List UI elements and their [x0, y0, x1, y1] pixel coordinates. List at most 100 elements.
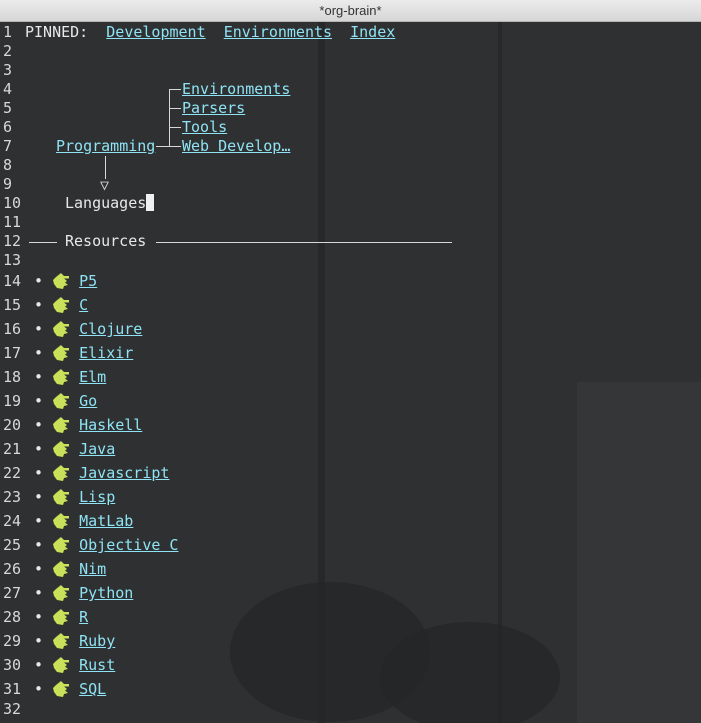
buffer-line: 22 • Javascript [0, 464, 169, 483]
line-number: 16 [3, 320, 22, 338]
resource-link-r[interactable]: R [79, 608, 88, 626]
line-number: 25 [3, 536, 22, 554]
line-number: 4 [3, 80, 13, 98]
buffer-line: 29 • Ruby [0, 632, 115, 651]
background-image [380, 622, 560, 723]
buffer-line: 3 [0, 61, 25, 80]
resource-link-haskell[interactable]: Haskell [79, 416, 142, 434]
buffer-line: 28 • R [0, 608, 88, 627]
hand-pointer-icon [53, 321, 70, 337]
line-number: 24 [3, 512, 22, 530]
resource-link-elm[interactable]: Elm [79, 368, 106, 386]
resource-link-objective-c[interactable]: Objective C [79, 536, 178, 554]
hand-pointer-icon [53, 609, 70, 625]
line-number: 30 [3, 656, 22, 674]
hand-pointer-icon [53, 465, 70, 481]
bullet: • [25, 656, 53, 674]
resource-link-elixir[interactable]: Elixir [79, 344, 133, 362]
hand-pointer-icon [53, 513, 70, 529]
resource-link-c[interactable]: C [79, 296, 88, 314]
parent-link[interactable]: Programming [56, 137, 155, 156]
bullet: • [25, 536, 53, 554]
buffer-line: 7 [0, 137, 25, 156]
buffer-line: 31 • SQL [0, 680, 106, 699]
sibling-link-1[interactable]: Parsers [182, 99, 245, 118]
bullet: • [25, 584, 53, 602]
hand-pointer-icon [53, 681, 70, 697]
hand-pointer-icon [53, 369, 70, 385]
buffer-line: 6 [0, 118, 25, 137]
line-number: 3 [3, 61, 13, 79]
tree-connector [169, 89, 170, 147]
hand-pointer-icon [53, 393, 70, 409]
editor-buffer[interactable]: 1 PINNED: Development Environments Index 2… [0, 22, 701, 723]
buffer-line: 10 [0, 194, 25, 213]
tree-connector [156, 146, 169, 147]
bullet: • [25, 632, 53, 650]
resource-link-matlab[interactable]: MatLab [79, 512, 133, 530]
tree-connector [29, 242, 57, 243]
hand-pointer-icon [53, 417, 70, 433]
buffer-line: 1 PINNED: Development Environments Index [0, 23, 395, 42]
buffer-line: 27 • Python [0, 584, 133, 603]
line-number: 19 [3, 392, 22, 410]
line-number: 12 [3, 232, 22, 250]
line-number: 1 [3, 23, 13, 41]
buffer-line: 15 • C [0, 296, 88, 315]
resource-link-rust[interactable]: Rust [79, 656, 115, 674]
background-image [498, 22, 502, 723]
resource-link-java[interactable]: Java [79, 440, 115, 458]
bullet: • [25, 512, 53, 530]
resource-link-clojure[interactable]: Clojure [79, 320, 142, 338]
hand-pointer-icon [53, 345, 70, 361]
text-cursor [146, 194, 155, 211]
line-number: 10 [3, 194, 22, 212]
sibling-link-3[interactable]: Web Develop… [182, 137, 290, 156]
window-title-bar: *org-brain* [0, 0, 701, 22]
tree-connector [169, 89, 181, 90]
line-number: 26 [3, 560, 22, 578]
resource-link-go[interactable]: Go [79, 392, 97, 410]
resource-link-sql[interactable]: SQL [79, 680, 106, 698]
buffer-line: 4 [0, 80, 25, 99]
sibling-link-0[interactable]: Environments [182, 80, 290, 99]
hand-pointer-icon [53, 657, 70, 673]
bullet: • [25, 416, 53, 434]
tree-connector [169, 108, 181, 109]
sibling-link-2[interactable]: Tools [182, 118, 227, 137]
line-number: 18 [3, 368, 22, 386]
line-number: 31 [3, 680, 22, 698]
line-number: 13 [3, 251, 22, 269]
line-number: 27 [3, 584, 22, 602]
buffer-line: 32 [0, 700, 25, 719]
resource-link-javascript[interactable]: Javascript [79, 464, 169, 482]
buffer-line: 24 • MatLab [0, 512, 133, 531]
bullet: • [25, 488, 53, 506]
line-number: 9 [3, 175, 13, 193]
pinned-link-environments[interactable]: Environments [224, 23, 332, 41]
pinned-link-development[interactable]: Development [106, 23, 205, 41]
bullet: • [25, 680, 53, 698]
bullet: • [25, 464, 53, 482]
tree-connector [156, 242, 452, 243]
line-number: 14 [3, 272, 22, 290]
hand-pointer-icon [53, 441, 70, 457]
hand-pointer-icon [53, 273, 70, 289]
resource-link-lisp[interactable]: Lisp [79, 488, 115, 506]
buffer-line: 23 • Lisp [0, 488, 115, 507]
buffer-line: 16 • Clojure [0, 320, 142, 339]
buffer-line: 12 [0, 232, 25, 251]
line-number: 20 [3, 416, 22, 434]
resource-link-ruby[interactable]: Ruby [79, 632, 115, 650]
buffer-line: 17 • Elixir [0, 344, 133, 363]
pinned-link-index[interactable]: Index [350, 23, 395, 41]
line-number: 23 [3, 488, 22, 506]
line-number: 7 [3, 137, 13, 155]
line-number: 5 [3, 99, 13, 117]
hand-pointer-icon [53, 585, 70, 601]
buffer-line: 26 • Nim [0, 560, 106, 579]
resource-link-nim[interactable]: Nim [79, 560, 106, 578]
resource-link-python[interactable]: Python [79, 584, 133, 602]
line-number: 8 [3, 156, 13, 174]
resource-link-p5[interactable]: P5 [79, 272, 97, 290]
